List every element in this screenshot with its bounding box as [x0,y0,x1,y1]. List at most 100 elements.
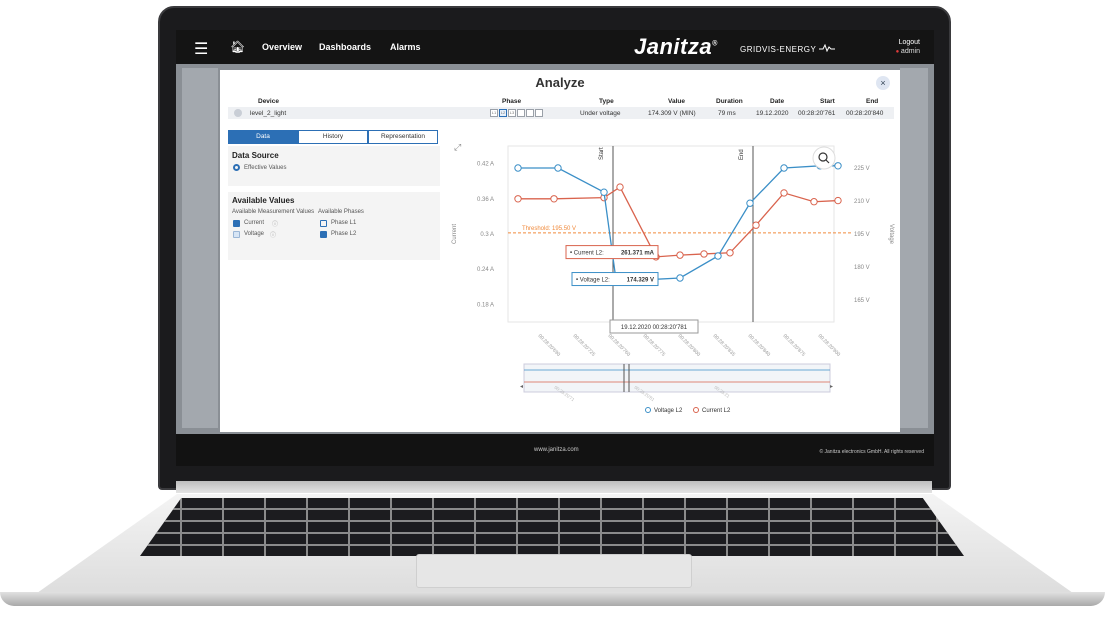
navigator-right-arrow: ▸ [830,384,833,390]
info-icon[interactable]: ⓘ [272,219,278,228]
user-menu[interactable]: Logout admin [896,38,920,57]
home-icon[interactable]: 🏠︎ [230,40,245,54]
close-icon[interactable]: × [876,76,890,90]
device-icon [234,109,242,117]
footer-link[interactable]: www.janitza.com [534,447,579,453]
cell-date: 19.12.2020 [756,110,789,117]
menu-icon[interactable]: ☰ [194,39,208,59]
screen: ☰ 🏠︎ Overview Dashboards Alarms Janitza®… [176,30,934,466]
y-right-tick: 165 V [854,298,870,304]
end-label: End [739,149,745,160]
nav-alarms[interactable]: Alarms [390,42,421,52]
laptop-keyboard [140,498,964,556]
header-date: Date [770,98,785,105]
backdrop-sidebar [182,68,218,428]
x-tick: 00:28:20'900 [817,333,842,358]
plot-area [507,145,835,323]
tab-bar: Data History Representation [228,130,438,144]
current-l2-point [780,189,788,197]
y-right-tick: 180 V [854,265,870,271]
x-tick: 00:28:20'875 [782,333,807,358]
y-right-tick: 195 V [854,232,870,238]
zoom-out-icon [812,146,836,170]
header-value: Value [668,98,685,105]
laptop-front-edge [0,592,1105,606]
tab-history[interactable]: History [298,130,368,144]
nav-dashboards[interactable]: Dashboards [319,42,371,52]
phases-label: Available Phases [318,209,364,215]
current-l2-point [550,195,558,203]
phase-box-l2[interactable]: L2 [499,109,507,117]
voltage-l2-point [834,162,842,170]
expand-icon[interactable]: ⤢ [454,142,461,153]
y-right-tick: 225 V [854,166,870,172]
voltage-l2-point [714,252,722,260]
phase-box-l2-l3[interactable] [526,109,534,117]
phase-l2-label: Phase L2 [331,231,357,237]
x-tick: 00:28:20'725 [572,333,597,358]
phase-box-l3[interactable]: L3 [508,109,516,117]
y-right-tick: 210 V [854,199,870,205]
available-values-title: Available Values [232,196,295,205]
cell-type: Under voltage [580,110,621,117]
y-left-tick: 0.36 A [477,197,494,203]
analyze-dialog: Analyze × Device Phase Type Value Durati… [220,70,900,432]
info-icon[interactable]: ⓘ [270,230,276,239]
y-left-tick: 0.18 A [477,302,494,308]
phase-l2-checkbox[interactable] [320,231,327,238]
measurement-values-label: Available Measurement Values [232,209,315,215]
pulse-icon [818,43,835,53]
cell-device: level_2_light [250,110,287,117]
current-l2-point [810,198,818,206]
brand-logo: Janitza® [634,34,718,59]
current-l2-point [834,196,842,205]
phase-box-l1[interactable]: L1 [490,109,498,117]
nav-overview[interactable]: Overview [262,42,302,52]
current-l2-point [700,250,708,258]
phase-l1-label: Phase L1 [331,220,357,226]
current-l2-point [726,249,734,257]
header-device: Device [258,98,279,105]
x-tick: 00:28:20'760 [607,333,632,358]
header-duration: Duration [716,98,743,105]
header-type: Type [599,98,614,105]
current-l2-point [616,183,624,191]
data-source-title: Data Source [232,151,279,160]
current-checkbox[interactable] [233,220,240,227]
logout-link[interactable]: Logout [896,38,920,47]
current-label: Current [244,220,265,226]
phase-selector[interactable]: L1 L2 L3 [490,109,543,117]
cell-start: 00:28:20'761 [798,110,836,117]
header-start: Start [820,98,835,105]
effective-values-radio[interactable] [233,164,240,171]
x-tick: 00:28:20'690 [537,333,562,358]
username: admin [896,47,920,57]
voltage-l2-point [676,274,684,282]
event-row[interactable] [228,107,894,119]
x-tick: 00:28:20'835 [712,333,737,358]
navigator-left-arrow: ◂ [520,384,523,390]
voltage-label: Voltage [244,231,265,237]
phase-box-l1-l2[interactable] [517,109,525,117]
cell-duration: 79 ms [718,110,736,117]
current-tooltip-value: 261.371 mA [621,251,655,257]
y-left-label: Current [452,224,458,244]
y-left-tick: 0.3 A [480,232,494,238]
legend-voltage-marker [645,407,651,413]
line-chart[interactable]: 0.42 A 0.36 A 0.3 A 0.24 A 0.18 A 225 V 210 V 1… [446,132,898,428]
threshold-label: Threshold: 195.50 V [522,226,576,232]
phase-l1-checkbox[interactable] [320,220,327,227]
navigator [523,363,831,393]
tab-representation[interactable]: Representation [368,130,438,144]
cell-end: 00:28:20'840 [846,110,884,117]
chart-area: 0.42 A 0.36 A 0.3 A 0.24 A 0.18 A 225 V 210 V 1… [446,132,898,428]
phase-box-l3-l1[interactable] [535,109,543,117]
header-phase: Phase [502,98,522,105]
voltage-checkbox[interactable] [233,231,240,238]
start-label: Start [599,147,605,160]
legend-current-marker [693,407,699,413]
y-left-tick: 0.24 A [477,267,494,273]
tab-data[interactable]: Data [228,130,298,144]
time-tooltip: 19.12.2020 00:28:20'781 [621,325,688,331]
x-tick: 00:28:20'800 [677,333,702,358]
